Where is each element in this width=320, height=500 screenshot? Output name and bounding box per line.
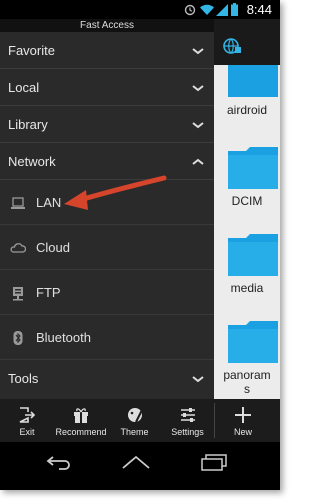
recommend-button[interactable]: Recommend [54, 399, 108, 442]
network-item-ftp[interactable]: FTP [0, 270, 214, 315]
section-tools[interactable]: Tools [0, 360, 214, 397]
cloud-icon [10, 243, 26, 253]
back-icon[interactable] [45, 454, 73, 470]
network-item-label: LAN [36, 195, 62, 210]
section-label: Tools [8, 371, 39, 386]
theme-label: Theme [120, 427, 149, 437]
theme-button[interactable]: Theme [108, 399, 161, 442]
section-label: Local [8, 80, 40, 95]
exit-button[interactable]: Exit [0, 399, 54, 442]
folder-label-line: s [244, 382, 250, 396]
network-globe-icon[interactable] [222, 37, 242, 55]
file-browser-header [214, 19, 280, 65]
recommend-label: Recommend [55, 427, 107, 437]
bluetooth-icon [13, 331, 23, 345]
chevron-down-icon [192, 376, 204, 383]
network-item-cloud[interactable]: Cloud [0, 225, 214, 270]
new-label: New [233, 427, 252, 437]
chevron-down-icon [192, 48, 204, 55]
status-bar: 8:44 [0, 0, 280, 19]
status-time: 8:44 [246, 2, 272, 17]
home-icon[interactable] [121, 454, 151, 470]
alarm-icon [184, 4, 196, 16]
settings-sliders-icon [180, 408, 195, 422]
battery-icon [231, 3, 238, 16]
network-item-bluetooth[interactable]: Bluetooth [0, 315, 214, 360]
section-label: Library [8, 117, 48, 132]
exit-icon [19, 407, 36, 423]
exit-label: Exit [19, 427, 35, 437]
chevron-down-icon [192, 122, 204, 129]
folder-icon[interactable] [228, 232, 278, 276]
section-library[interactable]: Library [0, 106, 214, 143]
wifi-icon [200, 4, 214, 15]
folder-label-media[interactable]: media [214, 281, 280, 295]
section-label: Network [8, 154, 56, 169]
folder-label-line: panoram [223, 368, 271, 382]
settings-label: Settings [171, 427, 204, 437]
file-browser-background: airdroid DCIM media panoram s [214, 19, 280, 399]
folder-label-panoramas[interactable]: panoram s [214, 368, 280, 396]
phone-screen: 8:44 airdroid DCIM media panoram s Fast … [0, 0, 280, 490]
new-button[interactable]: New [215, 399, 271, 442]
section-network[interactable]: Network [0, 143, 214, 180]
network-item-label: Bluetooth [36, 330, 91, 345]
folder-icon[interactable] [228, 319, 278, 363]
network-item-label: FTP [36, 285, 61, 300]
chevron-up-icon [192, 158, 204, 165]
settings-button[interactable]: Settings [161, 399, 214, 442]
theme-palette-icon [127, 408, 143, 423]
gift-icon [74, 408, 88, 423]
bottom-toolbar: Exit Recommend Theme Settings New [0, 399, 280, 442]
network-item-lan[interactable]: LAN [0, 180, 214, 225]
drawer-title: Fast Access [0, 19, 214, 32]
ftp-server-icon [13, 287, 23, 301]
folder-label-airdroid[interactable]: airdroid [214, 103, 280, 117]
section-favorite[interactable]: Favorite [0, 32, 214, 69]
navigation-bar [0, 442, 280, 490]
folder-label-dcim[interactable]: DCIM [214, 194, 280, 208]
section-local[interactable]: Local [0, 69, 214, 106]
fast-access-drawer: Fast Access Favorite Local Library Netwo… [0, 19, 214, 399]
network-item-label: Cloud [36, 240, 70, 255]
folder-icon[interactable] [228, 145, 278, 189]
recent-apps-icon[interactable] [200, 454, 228, 472]
signal-icon [216, 4, 228, 16]
folder-icon[interactable] [228, 65, 278, 97]
laptop-icon [11, 197, 25, 209]
section-label: Favorite [8, 43, 55, 58]
chevron-down-icon [192, 85, 204, 92]
plus-icon [235, 407, 251, 423]
